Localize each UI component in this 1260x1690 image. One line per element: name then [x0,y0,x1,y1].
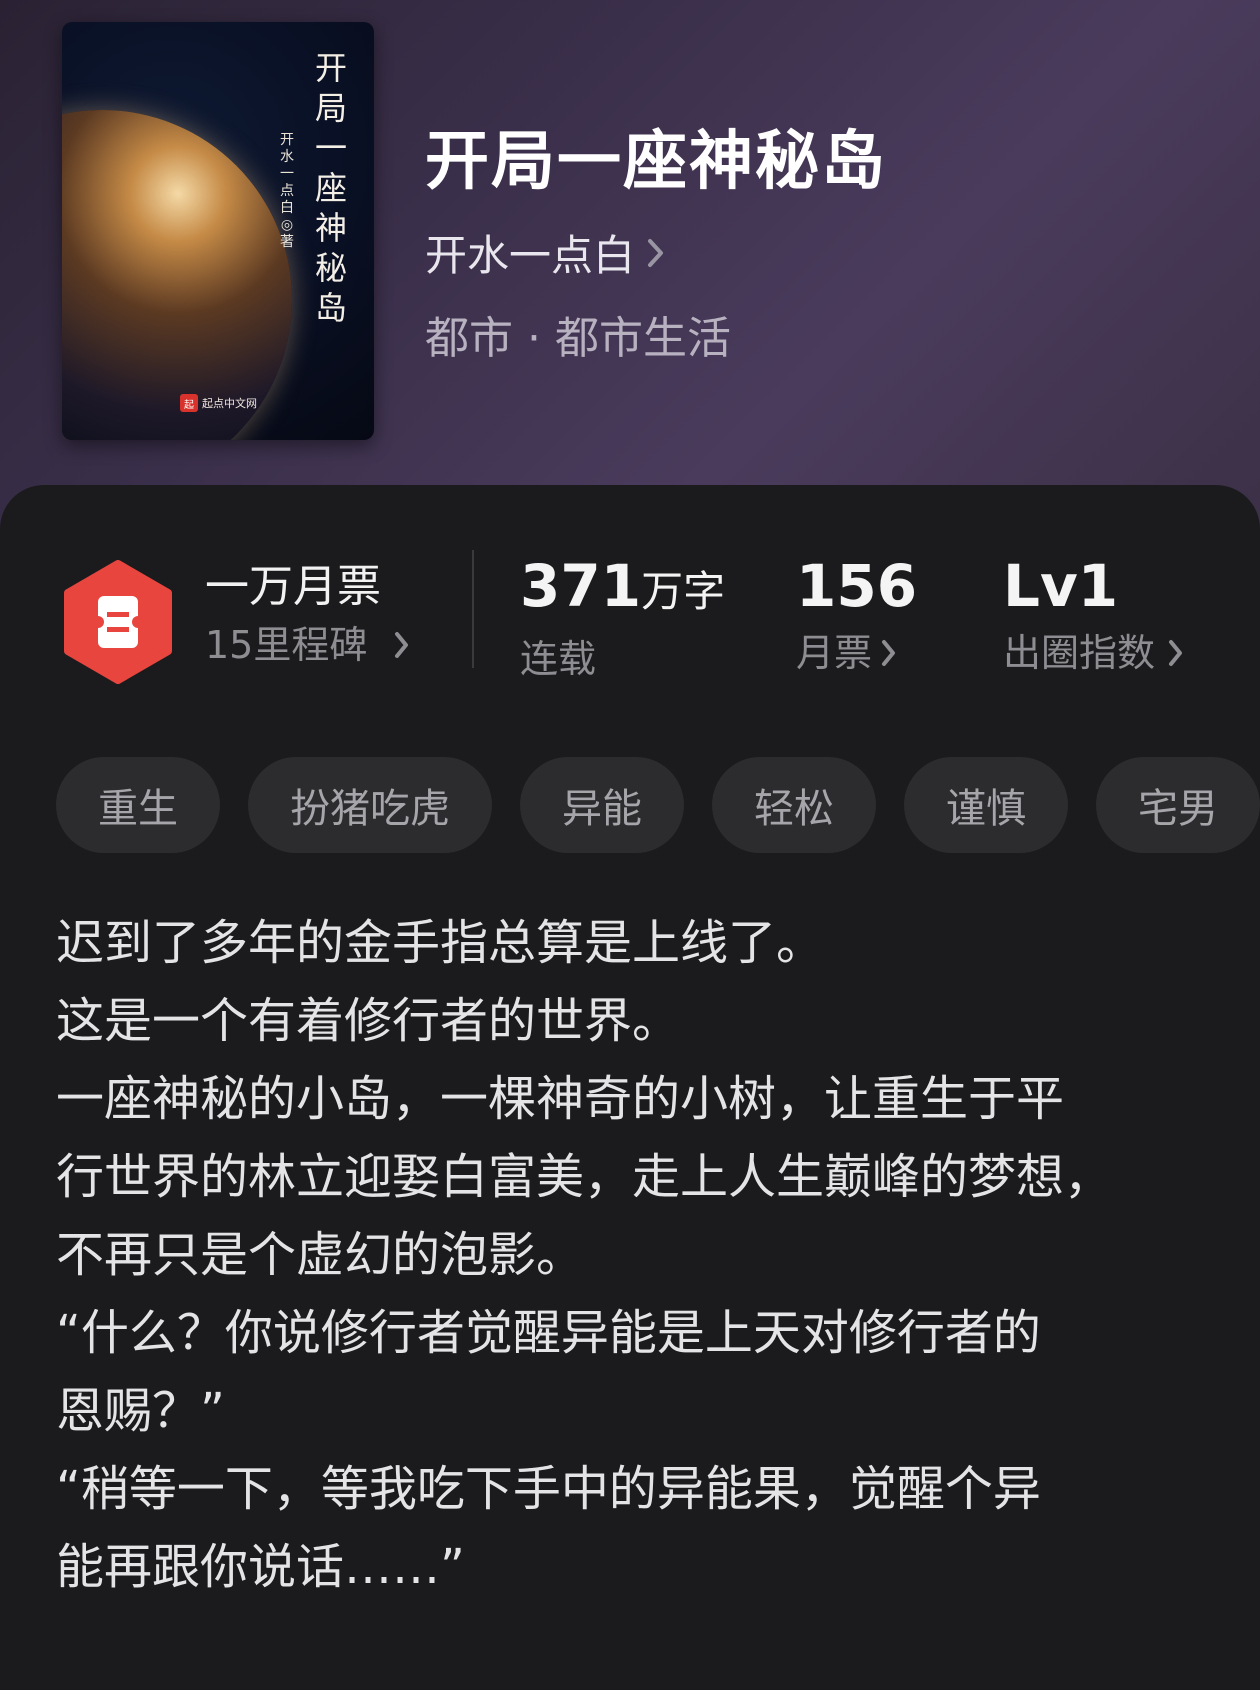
synopsis-line: 行世界的林立迎娶白富美，走上人生巅峰的梦想， [56,1149,1113,1205]
cover-publisher: 起 起点中文网 [180,394,257,412]
tag-list: 重生 扮猪吃虎 异能 轻松 谨慎 宅男 [56,757,1260,853]
synopsis-line: 能再跟你说话……” [56,1539,465,1595]
chevron-right-icon [393,630,411,660]
milestone-title: 一万月票 [205,561,381,612]
synopsis-line: 恩赐？” [56,1383,225,1439]
serial-status-label: 连载 [520,637,597,681]
tag-chip[interactable]: 异能 [520,757,684,853]
genre-label[interactable]: 都市 · 都市生活 [425,302,731,366]
milestone-subtitle: 15里程碑 [205,623,368,667]
tag-chip[interactable]: 扮猪吃虎 [248,757,492,853]
monthly-votes-value: 156 [796,552,918,620]
publisher-name: 起点中文网 [202,397,257,410]
author-link[interactable]: 开水一点白 [425,222,667,283]
word-count-value: 371万字 [520,552,726,620]
author-name: 开水一点白 [425,231,636,280]
book-title: 开局一座神秘岛 [425,124,887,199]
tag-chip[interactable]: 宅男 [1096,757,1260,853]
popularity-level-value: Lv1 [1003,552,1119,620]
chevron-right-icon [645,236,667,270]
popularity-index-label: 出圈指数 [1003,631,1156,675]
book-cover[interactable]: 开 局 一 座 神 秘 岛 开 水 一 点 白 ◎ 著 起 起点中文网 [62,22,374,440]
chevron-right-icon [1167,638,1185,668]
milestone-subtitle-row: 15里程碑 [205,618,411,672]
synopsis-line: “什么？你说修行者觉醒异能是上天对修行者的 [56,1305,1041,1361]
tag-chip[interactable]: 重生 [56,757,220,853]
monthly-votes-stat[interactable]: 156 月票 [796,552,917,680]
stats-divider [472,550,474,668]
ticket-icon[interactable] [62,560,174,684]
book-synopsis[interactable]: 迟到了多年的金手指总算是上线了。 这是一个有着修行者的世界。 一座神秘的小岛，一… [56,904,1206,1606]
popularity-index-label-row: 出圈指数 [1003,626,1185,680]
synopsis-line: 不再只是个虚幻的泡影。 [56,1227,585,1283]
synopsis-line: 这是一个有着修行者的世界。 [56,993,681,1049]
synopsis-line: 迟到了多年的金手指总算是上线了。 [56,915,825,971]
synopsis-line: 一座神秘的小岛，一棵神奇的小树，让重生于平 [56,1071,1065,1127]
publisher-logo: 起 [180,394,198,412]
word-count-stat: 371万字 连载 [520,552,725,686]
tag-chip[interactable]: 谨慎 [904,757,1068,853]
monthly-votes-label: 月票 [796,631,873,675]
monthly-ticket-milestone[interactable]: 一万月票 15里程碑 [205,560,411,672]
cover-title: 开 局 一 座 神 秘 岛 [314,49,349,327]
tag-chip[interactable]: 轻松 [712,757,876,853]
cover-planet-art [62,110,292,440]
cover-author: 开 水 一 点 白 ◎ 著 [280,132,294,250]
chevron-right-icon [880,638,898,668]
popularity-index-stat[interactable]: Lv1 出圈指数 [1003,552,1185,680]
synopsis-line: “稍等一下，等我吃下手中的异能果，觉醒个异 [56,1461,1041,1517]
monthly-votes-label-row: 月票 [796,626,917,680]
